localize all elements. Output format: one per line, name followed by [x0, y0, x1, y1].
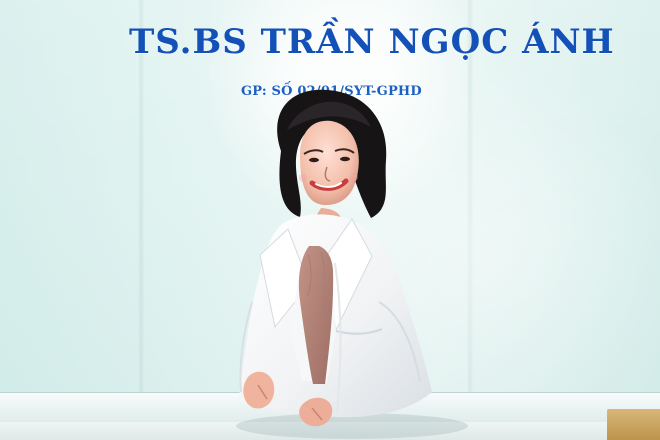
doctor-portrait: [236, 89, 468, 439]
portrait-photo: TS.BS TRẦN NGỌC ÁNH GP: SỐ 02/01/SYT-GPH…: [0, 0, 660, 440]
